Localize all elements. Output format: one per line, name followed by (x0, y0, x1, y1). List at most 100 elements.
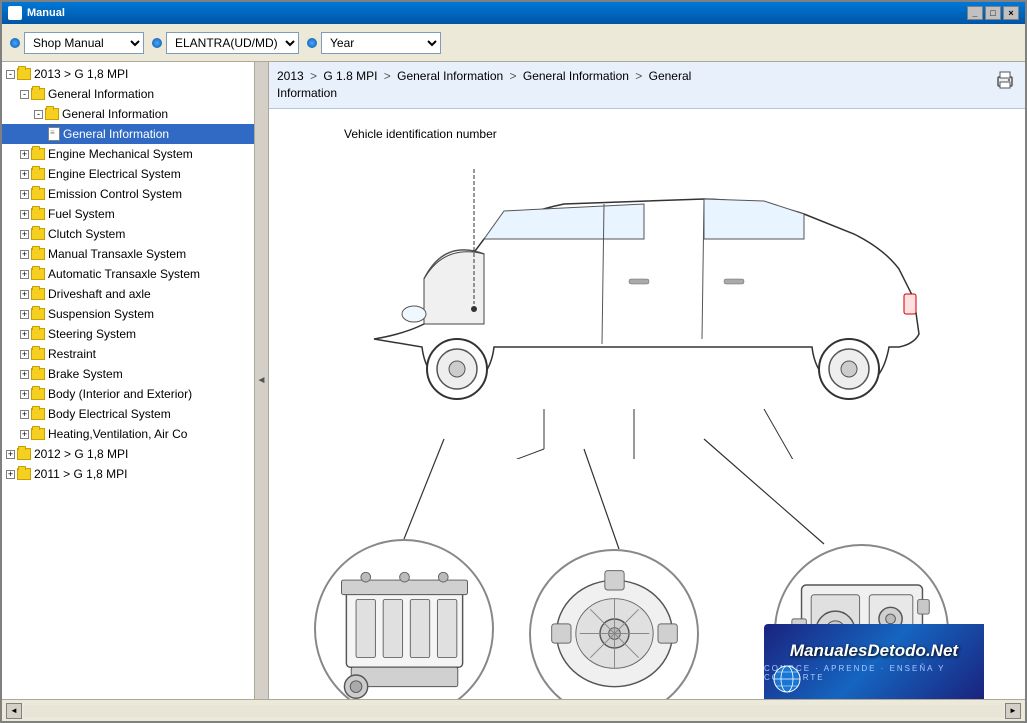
folder-icon-daa (31, 288, 45, 300)
folder-icon-2011 (17, 468, 31, 480)
breadcrumb-g18: G 1.8 MPI (323, 69, 377, 83)
folder-icon-mts (31, 248, 45, 260)
content-scroll[interactable]: Vehicle identification number (269, 109, 1025, 699)
sidebar-item-bs[interactable]: + Brake System (2, 364, 254, 384)
expand-icon-ats[interactable]: + (20, 270, 29, 279)
print-button[interactable] (993, 68, 1017, 92)
expand-icon-ems[interactable]: + (20, 150, 29, 159)
model-group: ELANTRA(UD/MD) (152, 32, 299, 54)
sidebar-item-ecs[interactable]: + Emission Control System (2, 184, 254, 204)
sidebar-collapse-button[interactable]: ◄ (255, 62, 269, 699)
sidebar-item-fs[interactable]: + Fuel System (2, 204, 254, 224)
expand-icon-mts[interactable]: + (20, 250, 29, 259)
window-title: Manual (27, 7, 967, 19)
breadcrumb-bar: 2013 > G 1.8 MPI > General Information >… (269, 62, 1025, 109)
expand-icon-gi-parent[interactable]: - (20, 90, 29, 99)
breadcrumb-sep-4: > (635, 69, 645, 83)
scroll-right-button[interactable]: ► (1005, 703, 1021, 719)
expand-icon-re[interactable]: + (20, 350, 29, 359)
close-button[interactable]: × (1003, 6, 1019, 20)
breadcrumb-gi3: General (649, 69, 692, 83)
expand-icon-fs[interactable]: + (20, 210, 29, 219)
sidebar-item-2013[interactable]: - 2013 > G 1,8 MPI (2, 64, 254, 84)
scroll-track[interactable] (24, 705, 1003, 717)
scroll-right-icon: ► (1009, 706, 1017, 715)
year-select[interactable]: Year 2013 2012 2011 (321, 32, 441, 54)
breadcrumb-sep-2: > (384, 69, 394, 83)
expand-icon-2012[interactable]: + (6, 450, 15, 459)
expand-icon-cs[interactable]: + (20, 230, 29, 239)
diagram-container: Vehicle identification number (284, 119, 984, 699)
expand-icon-st[interactable]: + (20, 330, 29, 339)
breadcrumb-gi2: General Information (523, 69, 629, 83)
expand-icon-daa[interactable]: + (20, 290, 29, 299)
expand-icon-bs[interactable]: + (20, 370, 29, 379)
car-diagram (344, 139, 924, 459)
expand-icon-ss[interactable]: + (20, 310, 29, 319)
sidebar-item-st[interactable]: + Steering System (2, 324, 254, 344)
scroll-left-button[interactable]: ◄ (6, 703, 22, 719)
expand-icon-bie[interactable]: + (20, 390, 29, 399)
sidebar-item-cs[interactable]: + Clutch System (2, 224, 254, 244)
sidebar-item-re[interactable]: + Restraint (2, 344, 254, 364)
year-icon (307, 38, 317, 48)
expand-icon-bels[interactable]: + (20, 410, 29, 419)
sidebar-item-2011[interactable]: + 2011 > G 1,8 MPI (2, 464, 254, 484)
expand-icon-hvac[interactable]: + (20, 430, 29, 439)
sidebar-item-gi-leaf[interactable]: General Information (2, 124, 254, 144)
doc-icon-gi-leaf (48, 127, 60, 141)
app-icon (8, 6, 22, 20)
expand-icon-2013[interactable]: - (6, 70, 15, 79)
expand-icon-2011[interactable]: + (6, 470, 15, 479)
sidebar-item-ss[interactable]: + Suspension System (2, 304, 254, 324)
sidebar-item-gi-parent[interactable]: - General Information (2, 84, 254, 104)
sidebar-item-ees[interactable]: + Engine Electrical System (2, 164, 254, 184)
watermark-title: ManualesDetodo.Net (790, 641, 958, 661)
sidebar-item-2012[interactable]: + 2012 > G 1,8 MPI (2, 444, 254, 464)
folder-icon-ems (31, 148, 45, 160)
expand-icon-gi-child[interactable]: - (34, 110, 43, 119)
folder-icon-bels (31, 408, 45, 420)
watermark-banner: ManualesDetodo.Net CONOCE · APRENDE · EN… (764, 624, 984, 699)
sidebar-item-mts[interactable]: + Manual Transaxle System (2, 244, 254, 264)
sidebar-item-bels[interactable]: + Body Electrical System (2, 404, 254, 424)
sidebar-item-ems[interactable]: + Engine Mechanical System (2, 144, 254, 164)
main-window: Manual _ □ × Shop Manual Owner Manual EL… (0, 0, 1027, 723)
shop-manual-select[interactable]: Shop Manual Owner Manual (24, 32, 144, 54)
globe-icon (772, 664, 802, 694)
bottom-circle (529, 549, 699, 699)
status-bar: ◄ ► (2, 699, 1025, 721)
bottom-svg (542, 561, 687, 699)
sidebar-item-hvac[interactable]: + Heating,Ventilation, Air Co (2, 424, 254, 444)
content-area: 2013 > G 1.8 MPI > General Information >… (269, 62, 1025, 699)
minimize-button[interactable]: _ (967, 6, 983, 20)
shop-manual-group: Shop Manual Owner Manual (10, 32, 144, 54)
toolbar: Shop Manual Owner Manual ELANTRA(UD/MD) … (2, 24, 1025, 62)
printer-icon (995, 70, 1015, 90)
folder-icon-st (31, 328, 45, 340)
folder-icon-gi-child (45, 108, 59, 120)
folder-icon-ecs (31, 188, 45, 200)
sidebar[interactable]: - 2013 > G 1,8 MPI - General Information… (2, 62, 255, 699)
shop-manual-icon (10, 38, 20, 48)
engine-circle (314, 539, 494, 699)
title-bar: Manual _ □ × (2, 2, 1025, 24)
breadcrumb-sep-3: > (510, 69, 520, 83)
expand-icon-ecs[interactable]: + (20, 190, 29, 199)
collapse-arrow-icon: ◄ (257, 375, 267, 386)
sidebar-item-ats[interactable]: + Automatic Transaxle System (2, 264, 254, 284)
model-select[interactable]: ELANTRA(UD/MD) (166, 32, 299, 54)
sidebar-item-gi-child[interactable]: - General Information (2, 104, 254, 124)
folder-icon-2013 (17, 68, 31, 80)
folder-icon-cs (31, 228, 45, 240)
sidebar-item-daa[interactable]: + Driveshaft and axle (2, 284, 254, 304)
expand-icon-ees[interactable]: + (20, 170, 29, 179)
breadcrumb-gi1: General Information (397, 69, 503, 83)
sidebar-item-bie[interactable]: + Body (Interior and Exterior) (2, 384, 254, 404)
maximize-button[interactable]: □ (985, 6, 1001, 20)
car-svg (344, 139, 924, 459)
folder-icon-ats (31, 268, 45, 280)
folder-icon-re (31, 348, 45, 360)
breadcrumb-text: 2013 (277, 69, 304, 83)
scroll-left-icon: ◄ (10, 706, 18, 715)
